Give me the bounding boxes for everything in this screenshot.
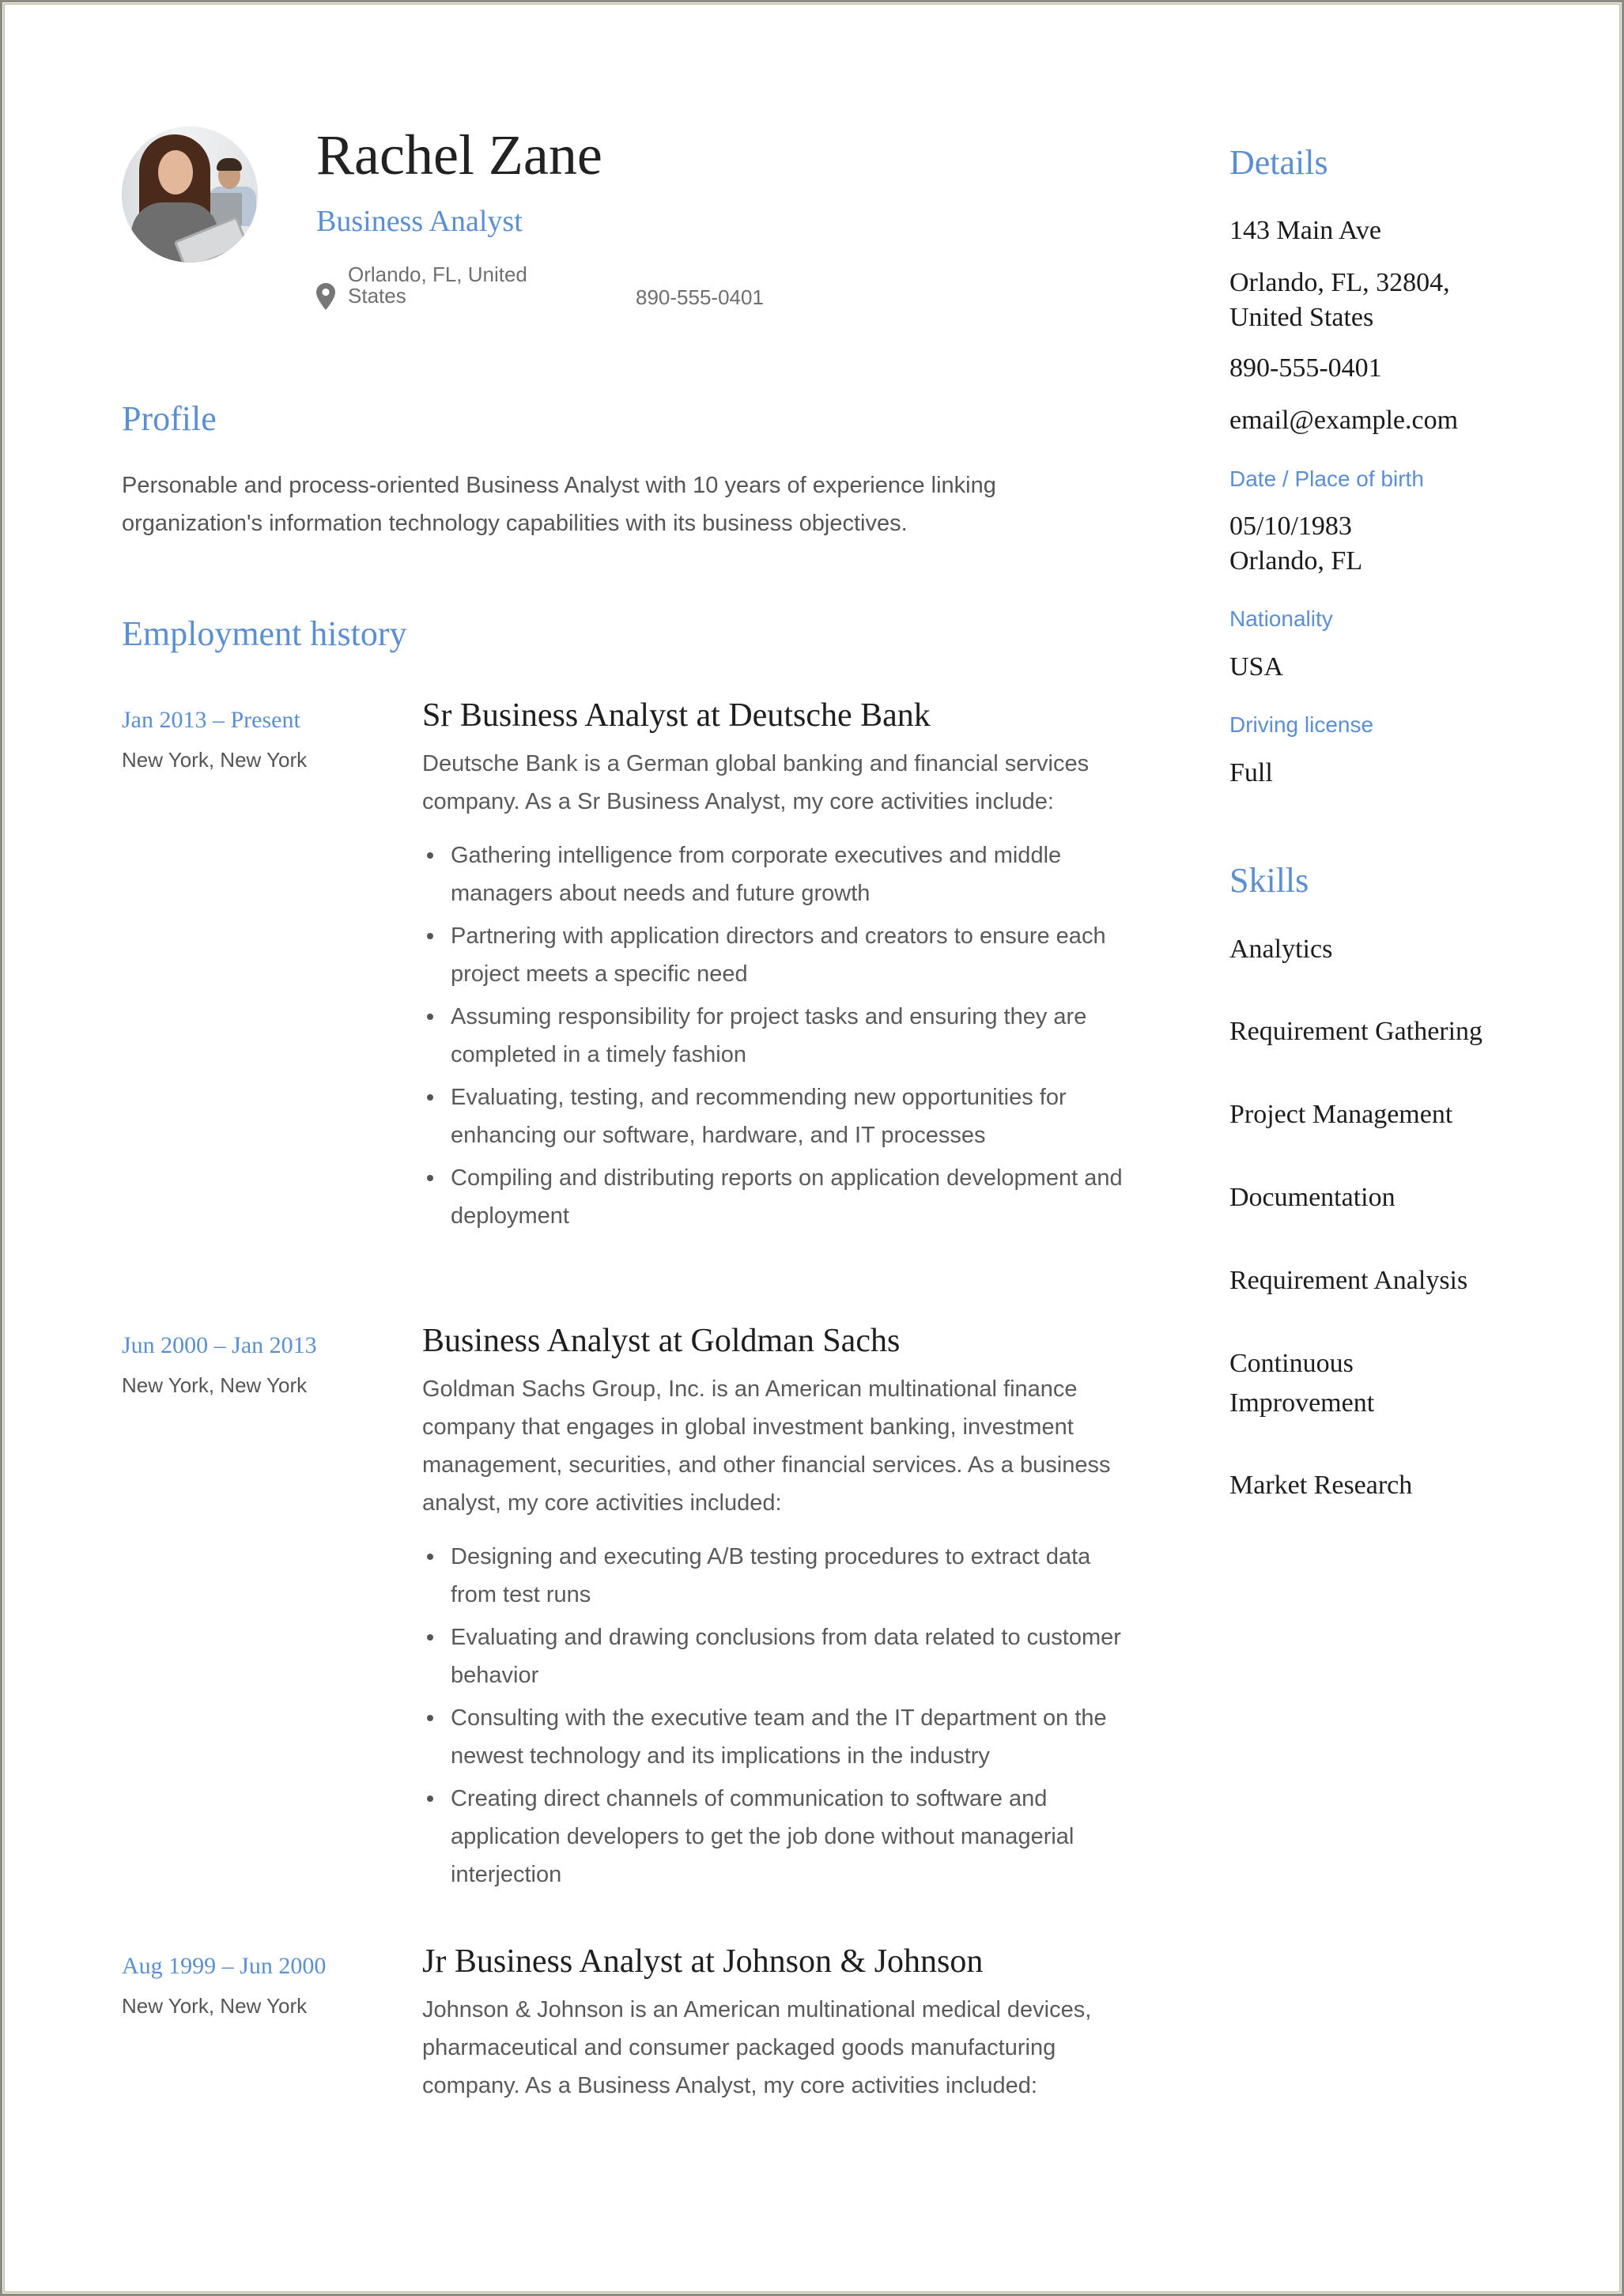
header-phone: 890-555-0401 [636,285,764,309]
candidate-title: Business Analyst [316,205,523,238]
header-location: Orlando, FL, United States [348,262,527,308]
license-value: Full [1229,758,1273,787]
birth-label: Date / Place of birth [1229,466,1424,491]
details-email: email@example.com [1229,406,1459,435]
skill-item: Project Management [1229,1100,1453,1129]
skill-item: Analytics [1229,935,1333,964]
license-label: Driving license [1229,712,1374,737]
skill-item: Continuous Improvement [1229,1349,1375,1418]
job-location: New York, New York [122,1373,308,1397]
birth-place: Orlando, FL [1229,546,1363,576]
skill-item: Requirement Gathering [1229,1017,1483,1046]
nationality-value: USA [1229,652,1284,682]
job-description: Johnson & Johnson is an American multina… [422,1997,1092,2099]
job-dates: Jan 2013 – Present [122,707,300,733]
job-bullet: Evaluating, testing, and recommending ne… [427,1078,1134,1154]
job-location: New York, New York [122,1994,308,2018]
skill-item: Requirement Analysis [1229,1266,1468,1295]
avatar [122,127,258,262]
bullet-icon [427,1094,433,1101]
job-role: Business Analyst at Goldman Sachs [422,1323,901,1359]
bullet-icon [427,1715,433,1722]
profile-heading: Profile [122,399,217,438]
bullet-icon [427,933,433,940]
bullet-icon [427,1014,433,1021]
address-line2: Orlando, FL, 32804, United States [1229,268,1450,332]
job-bullets: Gathering intelligence from corporate ex… [422,836,1134,1235]
job-dates: Jun 2000 – Jan 2013 [122,1332,317,1358]
job-bullet: Designing and executing A/B testing proc… [427,1538,1134,1614]
job-bullet: Evaluating and drawing conclusions from … [427,1618,1134,1694]
job-dates: Aug 1999 – Jun 2000 [122,1953,327,1979]
job-bullet: Assuming responsibility for project task… [427,998,1134,1074]
job-bullets: Designing and executing A/B testing proc… [422,1538,1134,1894]
profile-text: Personable and process-oriented Business… [122,473,996,536]
birth-date: 05/10/1983 [1229,512,1352,541]
nationality-label: Nationality [1229,606,1333,631]
details-heading: Details [1229,143,1328,182]
job-role: Sr Business Analyst at Deutsche Bank [422,697,931,734]
job-bullet: Creating direct channels of communicatio… [427,1780,1134,1894]
bullet-icon [427,1554,433,1561]
job-role: Jr Business Analyst at Johnson & Johnson [422,1943,984,1980]
bullet-icon [427,852,433,859]
skill-item: Market Research [1229,1471,1413,1500]
address-line1: 143 Main Ave [1229,216,1382,245]
job-bullet: Partnering with application directors an… [427,917,1134,993]
job-bullet: Gathering intelligence from corporate ex… [427,836,1134,912]
details-phone: 890-555-0401 [1229,353,1382,383]
job-description: Deutsche Bank is a German global banking… [422,751,1090,815]
job-location: New York, New York [122,748,308,772]
bullet-icon [427,1634,433,1641]
job-bullet: Compiling and distributing reports on ap… [427,1159,1134,1235]
employment-heading: Employment history [122,614,407,653]
skill-item: Documentation [1229,1183,1396,1212]
candidate-name: Rachel Zane [316,123,602,187]
location-pin-icon [316,283,335,310]
bullet-icon [427,1175,433,1182]
bullet-icon [427,1796,433,1803]
skills-heading: Skills [1229,861,1309,900]
job-bullet: Consulting with the executive team and t… [427,1699,1134,1775]
job-description: Goldman Sachs Group, Inc. is an American… [422,1376,1111,1516]
